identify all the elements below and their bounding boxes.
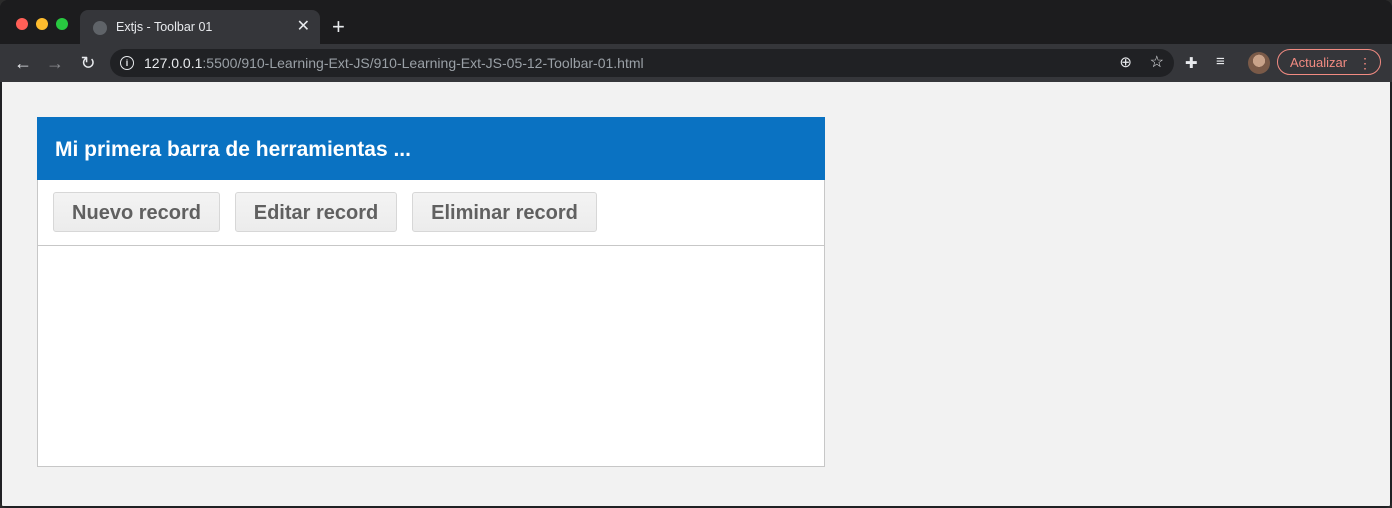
media-control-icon[interactable]: ≡ xyxy=(1216,53,1225,70)
back-arrow-icon[interactable]: ← xyxy=(10,50,36,76)
star-icon[interactable]: ☆ xyxy=(1150,52,1164,72)
panel-header: Mi primera barra de herramientas ... xyxy=(37,117,825,180)
update-label: Actualizar xyxy=(1290,55,1348,70)
tab-strip: Extjs - Toolbar 01 ✕ + xyxy=(0,0,1392,44)
browser-tab[interactable]: Extjs - Toolbar 01 ✕ xyxy=(80,10,320,44)
address-bar[interactable]: i 127.0.0.1:5500/910-Learning-Ext-JS/910… xyxy=(110,49,1174,77)
new-tab-button[interactable]: + xyxy=(332,14,345,40)
page-viewport: Mi primera barra de herramientas ... Nue… xyxy=(2,82,1390,506)
close-icon[interactable]: ✕ xyxy=(297,17,310,37)
panel-body xyxy=(38,246,824,466)
close-window-button[interactable] xyxy=(16,18,28,30)
browser-toolbar: ← → ↻ i 127.0.0.1:5500/910-Learning-Ext-… xyxy=(0,44,1392,82)
tab-title: Extjs - Toolbar 01 xyxy=(116,20,213,34)
extjs-panel: Mi primera barra de herramientas ... Nue… xyxy=(37,117,825,467)
more-icon: ⋮ xyxy=(1358,55,1372,71)
minimize-window-button[interactable] xyxy=(36,18,48,30)
url-path: :5500/910-Learning-Ext-JS/910-Learning-E… xyxy=(202,55,644,71)
reload-icon[interactable]: ↻ xyxy=(75,50,101,76)
browser-window: Extjs - Toolbar 01 ✕ + ← → ↻ i 127.0.0.1… xyxy=(0,0,1392,508)
puzzle-icon[interactable]: ✚ xyxy=(1185,54,1198,72)
update-button[interactable]: Actualizar ⋮ xyxy=(1277,49,1381,75)
url-host: 127.0.0.1 xyxy=(144,55,203,71)
globe-icon xyxy=(93,21,107,35)
panel-toolbar: Nuevo record Editar record Eliminar reco… xyxy=(38,180,824,246)
zoom-icon[interactable]: ⊕ xyxy=(1119,53,1132,71)
forward-arrow-icon[interactable]: → xyxy=(42,50,68,76)
info-icon[interactable]: i xyxy=(120,56,134,70)
panel-title: Mi primera barra de herramientas ... xyxy=(55,138,411,161)
delete-record-button[interactable]: Eliminar record xyxy=(412,192,597,232)
new-record-button[interactable]: Nuevo record xyxy=(53,192,220,232)
avatar[interactable] xyxy=(1248,52,1270,74)
url-text[interactable]: 127.0.0.1:5500/910-Learning-Ext-JS/910-L… xyxy=(144,55,644,71)
maximize-window-button[interactable] xyxy=(56,18,68,30)
edit-record-button[interactable]: Editar record xyxy=(235,192,397,232)
